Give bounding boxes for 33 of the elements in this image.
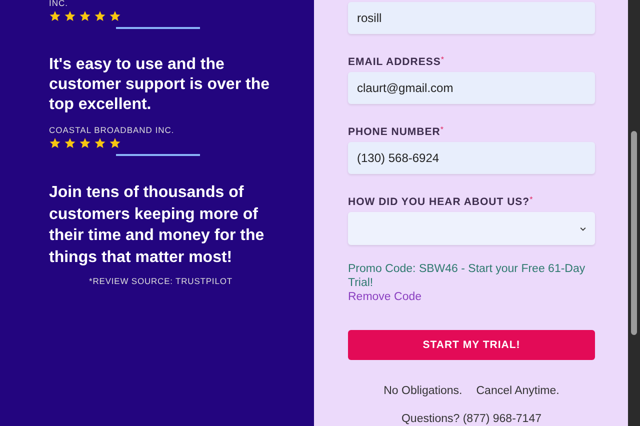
required-mark: * <box>530 196 533 204</box>
remove-code-link[interactable]: Remove Code <box>348 291 595 303</box>
start-trial-button[interactable]: START MY TRIAL! <box>348 330 595 360</box>
scrollbar[interactable] <box>628 0 640 426</box>
company-name: INC. <box>49 0 69 9</box>
star-icon <box>49 137 61 149</box>
star-icon <box>49 10 61 22</box>
star-icon <box>79 137 91 149</box>
testimonial-quote: It's easy to use and the customer support is over the top excellent. <box>49 55 270 115</box>
chevron-down-icon <box>580 226 586 230</box>
promo-text: Promo Code: SBW46 - Start your Free 61-Day Trial! <box>348 262 586 290</box>
star-icon <box>79 10 91 22</box>
star-icon <box>64 10 76 22</box>
field-label: HOW DID YOU HEAR ABOUT US? <box>348 196 530 208</box>
note-text: No Obligations. <box>384 385 462 397</box>
star-icon <box>109 10 121 22</box>
company-name: COASTAL BROADBAND INC. <box>49 125 176 136</box>
questions-text: Questions? (877) 968-7147 <box>401 413 542 425</box>
review-source: *REVIEW SOURCE: TRUSTPILOT <box>89 276 234 286</box>
input-field[interactable]: (130) 568-6924 <box>348 142 595 174</box>
star-icon <box>94 137 106 149</box>
star-icon <box>64 137 76 149</box>
star-icon <box>94 10 106 22</box>
field-label: EMAIL ADDRESS <box>348 56 441 68</box>
note-text: Cancel Anytime. <box>476 385 560 397</box>
input-field[interactable]: rosill <box>348 2 595 34</box>
star-icon <box>109 137 121 149</box>
required-mark: * <box>440 56 444 64</box>
input-field[interactable]: claurt@gmail.com <box>348 72 595 104</box>
tagline: Join tens of thousands of customers keeping more of their time and money for the things that matter most! <box>49 183 266 268</box>
dropdown-field[interactable] <box>348 212 595 245</box>
required-mark: * <box>440 126 444 134</box>
field-label: PHONE NUMBER <box>348 126 440 138</box>
